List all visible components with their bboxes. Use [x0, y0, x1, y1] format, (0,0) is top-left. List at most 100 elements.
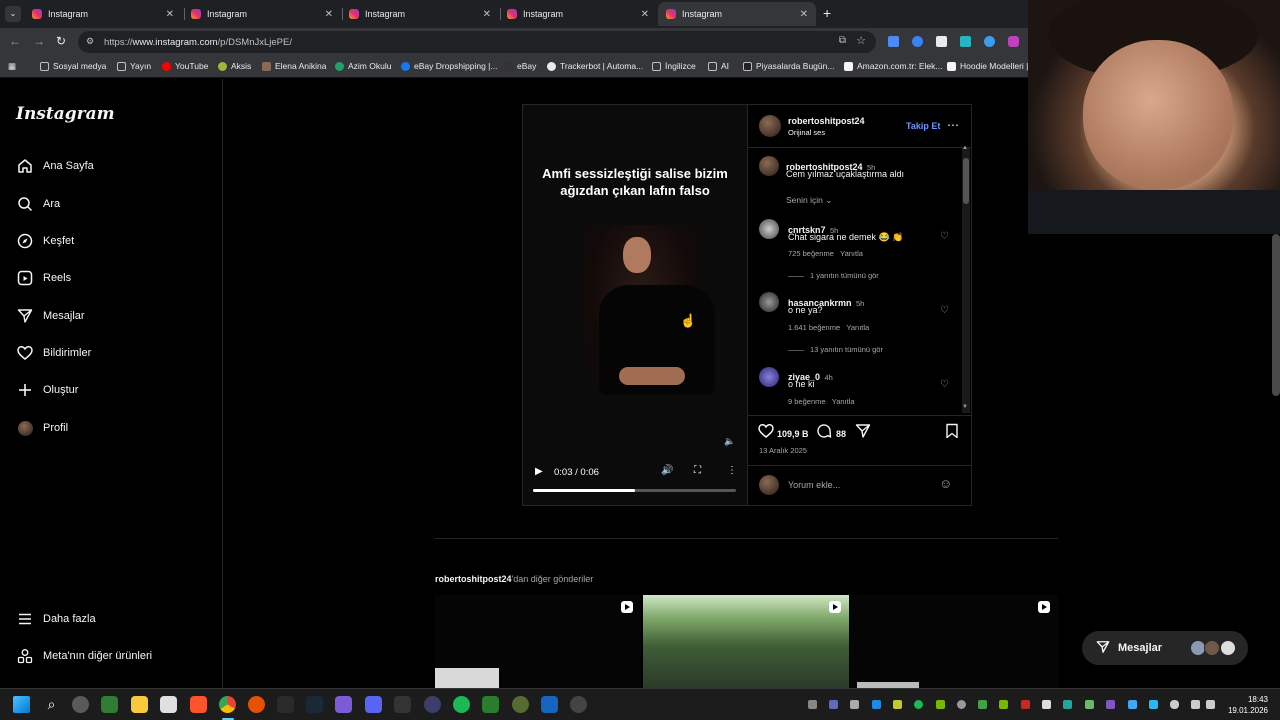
view-replies-link[interactable]: 13 yanıtın tümünü gör: [788, 345, 883, 354]
app-icon[interactable]: [72, 696, 89, 713]
tray-icon[interactable]: [978, 700, 987, 709]
author-username[interactable]: robertoshitpost24: [788, 116, 865, 126]
tray-icon[interactable]: [957, 700, 966, 709]
translate-icon[interactable]: [888, 36, 899, 47]
more-post-thumbnail[interactable]: [643, 595, 849, 688]
scroll-down-icon[interactable]: ▼: [962, 404, 968, 410]
comment-like-icon[interactable]: ♡: [940, 231, 949, 242]
tray-icon[interactable]: [808, 700, 817, 709]
app-icon[interactable]: [541, 696, 558, 713]
sidebar-item-notifications[interactable]: Bildirimler: [16, 344, 91, 362]
app-icon[interactable]: [101, 696, 118, 713]
comment-avatar[interactable]: [759, 219, 779, 239]
sidebar-item-search[interactable]: Ara: [16, 195, 60, 213]
close-tab-icon[interactable]: ✕: [641, 9, 649, 20]
windows-start-icon[interactable]: [13, 696, 30, 713]
site-info-icon[interactable]: ⚙: [86, 36, 94, 47]
app-icon[interactable]: [570, 696, 587, 713]
network-icon[interactable]: [1191, 700, 1200, 709]
extension-icon[interactable]: [912, 36, 923, 47]
for-you-filter[interactable]: Senin için ⌄: [786, 195, 832, 206]
video-more-icon[interactable]: ⋮: [727, 465, 737, 476]
scroll-up-icon[interactable]: ▲: [962, 145, 968, 151]
extension-icon[interactable]: [936, 36, 947, 47]
extension-icon[interactable]: [960, 36, 971, 47]
brave-icon[interactable]: [190, 696, 207, 713]
comment-avatar[interactable]: [759, 292, 779, 312]
reply-button[interactable]: Yanıtla: [832, 397, 855, 406]
back-icon[interactable]: ←: [9, 34, 21, 48]
epic-games-icon[interactable]: [277, 696, 294, 713]
comment-button[interactable]: 88: [816, 423, 846, 444]
comment-avatar[interactable]: [759, 367, 779, 387]
tab-search-icon[interactable]: ⌄: [5, 6, 21, 22]
bookmark-item[interactable]: Aksis: [218, 61, 251, 71]
page-scrollbar[interactable]: [1272, 234, 1280, 396]
tray-icon[interactable]: [850, 700, 859, 709]
tray-icon[interactable]: [1149, 700, 1158, 709]
app-icon[interactable]: [248, 696, 265, 713]
chrome-icon[interactable]: [219, 696, 236, 713]
more-post-thumbnail[interactable]: [851, 595, 1058, 688]
tab-2[interactable]: Instagram ✕: [183, 2, 341, 26]
sidebar-item-home[interactable]: Ana Sayfa: [16, 157, 94, 175]
bookmark-item[interactable]: Hoodie Modelleri |: [947, 61, 1028, 71]
caption-avatar[interactable]: [759, 156, 779, 176]
comment-like-icon[interactable]: ♡: [940, 379, 949, 390]
add-comment-input[interactable]: Yorum ekle...: [788, 480, 840, 490]
tray-icon[interactable]: [1085, 700, 1094, 709]
messages-pill[interactable]: Mesajlar: [1082, 631, 1248, 665]
video-player[interactable]: Amfi sessizleştiği salise bizim ağızdan …: [523, 105, 747, 505]
bookmark-item[interactable]: Piyasalarda Bugün...: [743, 61, 834, 71]
install-icon[interactable]: ⧉: [839, 35, 846, 46]
close-tab-icon[interactable]: ✕: [166, 9, 174, 20]
tab-5-active[interactable]: Instagram ✕: [658, 2, 816, 26]
microphone-icon[interactable]: [1170, 700, 1179, 709]
video-progress-track[interactable]: [533, 489, 736, 492]
like-button[interactable]: 109,9 B: [758, 423, 809, 444]
more-posts-user[interactable]: robertoshitpost24: [435, 574, 512, 584]
save-icon[interactable]: [945, 423, 959, 444]
app-icon[interactable]: [512, 696, 529, 713]
tab-4[interactable]: Instagram ✕: [499, 2, 657, 26]
sidebar-item-profile[interactable]: Profil: [16, 419, 68, 437]
apps-icon[interactable]: ▦: [8, 61, 16, 72]
scroll-thumb[interactable]: [963, 158, 969, 204]
comment-likes[interactable]: 9 beğenme: [788, 397, 826, 406]
search-icon[interactable]: ⌕: [43, 696, 60, 713]
bookmark-item[interactable]: Azim Okulu: [335, 61, 391, 71]
bookmark-item[interactable]: AI: [708, 61, 729, 71]
tray-icon[interactable]: [872, 700, 881, 709]
tray-icon[interactable]: [999, 700, 1008, 709]
new-tab-button[interactable]: +: [823, 5, 831, 21]
follow-button[interactable]: Takip Et: [906, 121, 940, 131]
steam-icon[interactable]: [306, 696, 323, 713]
sidebar-item-messages[interactable]: Mesajlar: [16, 307, 85, 325]
more-post-thumbnail[interactable]: [435, 595, 641, 688]
tab-3[interactable]: Instagram ✕: [341, 2, 499, 26]
volume-icon[interactable]: 🔊: [661, 465, 673, 476]
bookmark-item[interactable]: Amazon.com.tr: Elek...: [844, 61, 943, 71]
tray-icon[interactable]: [829, 700, 838, 709]
tray-icon[interactable]: [1128, 700, 1137, 709]
sidebar-item-reels[interactable]: Reels: [16, 269, 71, 287]
volume-icon[interactable]: [1206, 700, 1215, 709]
instagram-logo[interactable]: Instagram: [16, 104, 115, 124]
reply-button[interactable]: Yanıtla: [840, 249, 863, 258]
bookmark-item[interactable]: Elena Anikina: [262, 61, 327, 71]
tray-icon[interactable]: [1042, 700, 1051, 709]
more-options-icon[interactable]: ⋯: [947, 118, 959, 132]
author-avatar[interactable]: [759, 115, 781, 137]
bookmark-star-icon[interactable]: ☆: [856, 34, 866, 47]
bookmark-item[interactable]: eBay: [504, 61, 536, 71]
system-clock[interactable]: 18:43 19.01.2026: [1228, 694, 1268, 716]
bookmark-item[interactable]: eBay Dropshipping |...: [401, 61, 497, 71]
emoji-icon[interactable]: ☺: [939, 476, 952, 491]
app-icon[interactable]: [335, 696, 352, 713]
share-icon[interactable]: [855, 423, 871, 444]
extension-icon[interactable]: [1008, 36, 1019, 47]
tray-icon[interactable]: [914, 700, 923, 709]
tray-icon[interactable]: [893, 700, 902, 709]
extension-icon[interactable]: [984, 36, 995, 47]
play-button[interactable]: ▶: [535, 466, 543, 477]
